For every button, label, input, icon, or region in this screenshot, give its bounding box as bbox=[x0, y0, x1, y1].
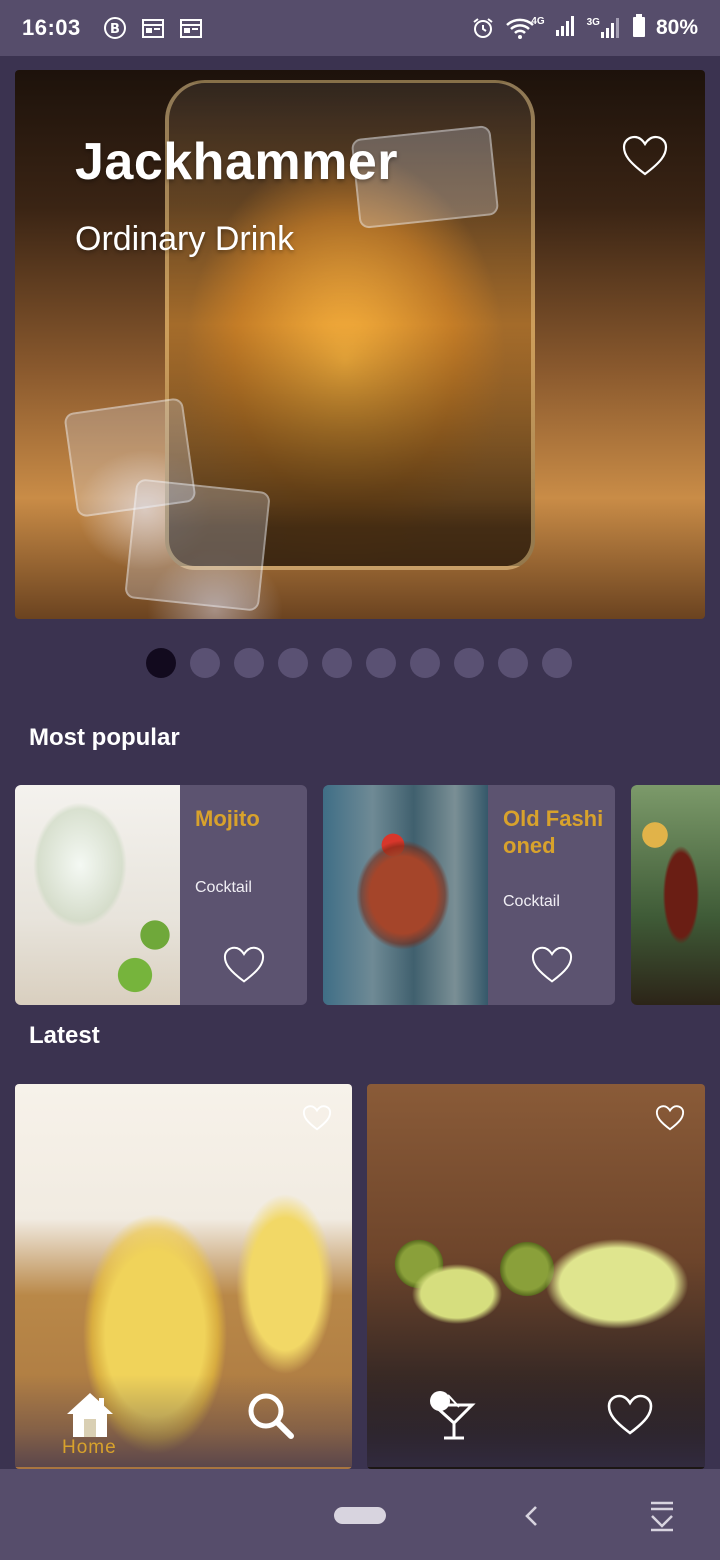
drink-category: Cocktail bbox=[503, 893, 560, 910]
popular-card-info: Mojito Cocktail bbox=[180, 785, 307, 1005]
popular-card-old-fashioned[interactable]: Old Fashioned Cocktail bbox=[323, 785, 615, 1005]
hero-drink-card[interactable]: Jackhammer Ordinary Drink bbox=[15, 70, 705, 619]
search-icon bbox=[248, 1393, 294, 1439]
drink-image bbox=[323, 785, 488, 1005]
pager-dot[interactable] bbox=[278, 648, 308, 678]
hero-title: Jackhammer bbox=[75, 133, 398, 191]
pager-dot[interactable] bbox=[146, 648, 176, 678]
wifi-icon: 4G bbox=[505, 16, 545, 40]
popular-card-mojito[interactable]: Mojito Cocktail bbox=[15, 785, 307, 1005]
pager-dot[interactable] bbox=[410, 648, 440, 678]
drink-category: Cocktail bbox=[195, 879, 252, 896]
pager-dot[interactable] bbox=[542, 648, 572, 678]
nav-cocktails[interactable] bbox=[422, 1385, 482, 1445]
heart-outline-icon[interactable] bbox=[621, 134, 669, 178]
system-navigation-bar bbox=[0, 1469, 720, 1560]
pager-dot[interactable] bbox=[366, 648, 396, 678]
latest-title: Latest bbox=[29, 1022, 100, 1049]
drink-name: Old Fashioned bbox=[503, 806, 604, 858]
nav-home-label[interactable]: Home bbox=[62, 1437, 117, 1459]
heart-outline-icon[interactable] bbox=[530, 945, 574, 985]
svg-text:B: B bbox=[110, 22, 120, 37]
signal-4g-icon bbox=[555, 15, 577, 42]
drink-name: Mojito bbox=[195, 806, 260, 831]
back-icon[interactable] bbox=[518, 1501, 544, 1531]
pager-dot[interactable] bbox=[190, 648, 220, 678]
nav-home[interactable] bbox=[60, 1385, 120, 1445]
cocktail-icon bbox=[430, 1391, 476, 1440]
drink-image bbox=[631, 785, 720, 1005]
status-time: 16:03 bbox=[22, 15, 81, 40]
calendar-icon bbox=[179, 16, 203, 40]
home-icon bbox=[67, 1393, 113, 1437]
network-4g-label: 4G bbox=[531, 16, 545, 27]
heart-outline-icon[interactable] bbox=[302, 1104, 332, 1132]
alarm-icon bbox=[471, 16, 495, 40]
battery-percentage: 80% bbox=[655, 16, 698, 39]
popular-card-partial[interactable] bbox=[631, 785, 720, 1005]
most-popular-title: Most popular bbox=[29, 724, 180, 751]
heart-outline-icon[interactable] bbox=[222, 945, 266, 985]
battery-icon bbox=[632, 13, 646, 43]
home-pill-icon[interactable] bbox=[334, 1507, 386, 1524]
pager-dot[interactable] bbox=[454, 648, 484, 678]
popular-card-info: Old Fashioned Cocktail bbox=[488, 785, 615, 1005]
drink-image bbox=[15, 785, 180, 1005]
network-3g-label: 3G bbox=[586, 17, 600, 28]
nav-search[interactable] bbox=[240, 1385, 300, 1445]
calendar-icon bbox=[141, 16, 165, 40]
ice-cube-image bbox=[124, 478, 271, 612]
download-menu-icon[interactable] bbox=[648, 1499, 676, 1533]
pager-dot[interactable] bbox=[498, 648, 528, 678]
nav-favorites[interactable] bbox=[600, 1385, 660, 1445]
hero-subtitle: Ordinary Drink bbox=[75, 220, 295, 258]
heart-outline-icon[interactable] bbox=[655, 1104, 685, 1132]
status-bar: 16:03 B 4G 3G 80% bbox=[0, 0, 720, 56]
hero-pager-dots bbox=[146, 648, 572, 678]
heart-outline-icon bbox=[607, 1394, 653, 1435]
pager-dot[interactable] bbox=[234, 648, 264, 678]
pager-dot[interactable] bbox=[322, 648, 352, 678]
signal-3g-icon: 3G bbox=[587, 17, 622, 39]
b-badge-icon: B bbox=[103, 16, 127, 40]
